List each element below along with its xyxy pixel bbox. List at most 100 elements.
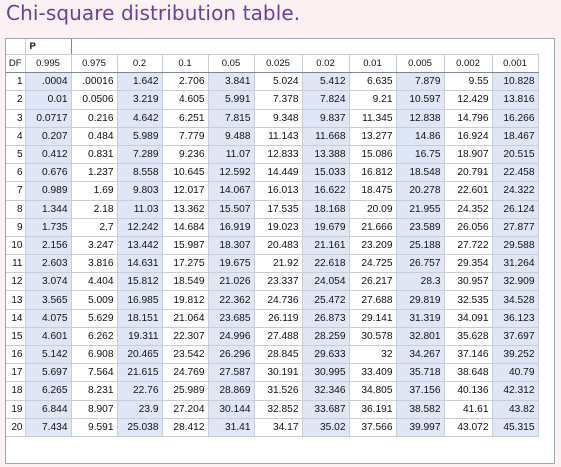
value-cell: 20.791 <box>443 163 493 183</box>
df-cell: 16 <box>6 344 26 365</box>
value-cell: 21.026 <box>207 272 255 292</box>
value-cell: 6.265 <box>24 381 72 401</box>
value-cell: 24.352 <box>443 199 493 219</box>
value-cell: 12.838 <box>395 108 445 128</box>
value-cell: 27.204 <box>161 399 209 419</box>
value-cell: 34.267 <box>395 344 445 365</box>
value-cell: 24.736 <box>253 290 303 310</box>
value-cell: 9.21 <box>348 90 397 110</box>
value-cell: 29.633 <box>301 344 350 365</box>
value-cell: 20.465 <box>116 344 163 365</box>
value-cell: 20.278 <box>395 181 445 201</box>
value-cell: 10.828 <box>491 72 539 92</box>
value-cell: 37.697 <box>491 326 539 347</box>
df-cell: 19 <box>6 399 26 419</box>
value-cell: 14.449 <box>253 163 303 183</box>
column-header-p: 0.002 <box>443 53 493 74</box>
value-cell: 22.458 <box>491 163 539 183</box>
value-cell: 18.467 <box>491 126 539 146</box>
value-cell: 12.242 <box>116 217 163 237</box>
df-cell: 8 <box>6 199 26 219</box>
p-label: P <box>24 39 72 55</box>
value-cell: 18.475 <box>348 181 397 201</box>
table-row: 20 7.434 9.591 25.038 28.412 31.41 34.17 35.02 3… <box>6 417 539 437</box>
df-cell: 15 <box>6 326 26 347</box>
value-cell: 14.86 <box>395 126 445 146</box>
table-row: 4 0.207 0.484 5.989 7.779 9.488 11.143 11.668 13… <box>6 126 539 146</box>
value-cell: 24.725 <box>348 254 397 274</box>
value-cell: 29.819 <box>395 290 445 310</box>
value-cell: 18.168 <box>301 199 350 219</box>
df-cell: 20 <box>6 417 26 437</box>
value-cell: 15.812 <box>116 272 163 292</box>
value-cell: 11.07 <box>207 144 255 165</box>
value-cell: 28.845 <box>253 344 303 365</box>
value-cell: 27.877 <box>491 217 539 237</box>
value-cell: 39.252 <box>491 344 539 365</box>
value-cell: 8.231 <box>70 381 118 401</box>
value-cell: 0.831 <box>70 144 118 165</box>
value-cell: 26.757 <box>395 254 445 274</box>
value-cell: 16.266 <box>491 108 539 128</box>
value-cell: 16.924 <box>443 126 493 146</box>
value-cell: 37.156 <box>395 381 445 401</box>
value-cell: 26.873 <box>301 308 350 328</box>
value-cell: 19.675 <box>207 254 255 274</box>
value-cell: 5.991 <box>207 90 255 110</box>
df-cell: 6 <box>6 163 26 183</box>
page-title: Chi-square distribution table. <box>6 1 301 25</box>
value-cell: 25.989 <box>161 381 209 401</box>
df-cell: 7 <box>6 181 26 201</box>
df-cell: 9 <box>6 217 26 237</box>
value-cell: 22.362 <box>207 290 255 310</box>
column-header-p: 0.1 <box>161 53 209 74</box>
column-header-p: 0.2 <box>116 53 163 74</box>
value-cell: 30.191 <box>253 363 303 383</box>
value-cell: 3.219 <box>116 90 163 110</box>
value-cell: 25.038 <box>116 417 163 437</box>
value-cell: 5.009 <box>70 290 118 310</box>
value-cell: 18.907 <box>443 144 493 165</box>
value-cell: 35.718 <box>395 363 445 383</box>
value-cell: 31.319 <box>395 308 445 328</box>
value-cell: 0.484 <box>70 126 118 146</box>
df-cell: 3 <box>6 108 26 128</box>
value-cell: 5.024 <box>253 72 303 92</box>
value-cell: 22.76 <box>116 381 163 401</box>
value-cell: 14.067 <box>207 181 255 201</box>
value-cell: 16.75 <box>395 144 445 165</box>
value-cell: 22.601 <box>443 181 493 201</box>
value-cell: 24.322 <box>491 181 539 201</box>
value-cell: 7.815 <box>207 108 255 128</box>
value-cell: 12.017 <box>161 181 209 201</box>
value-cell: 29.588 <box>491 235 539 256</box>
value-cell: 32.852 <box>253 399 303 419</box>
value-cell: 3.565 <box>24 290 72 310</box>
value-cell: 14.631 <box>116 254 163 274</box>
value-cell: 4.075 <box>24 308 72 328</box>
value-cell: 40.79 <box>491 363 539 383</box>
value-cell: 10.645 <box>161 163 209 183</box>
column-header-p: 0.995 <box>24 53 72 74</box>
df-cell: 1 <box>6 72 26 92</box>
table-row: 10 2.156 3.247 13.442 15.987 18.307 20.483 21.1… <box>6 235 539 256</box>
value-cell: 16.622 <box>301 181 350 201</box>
value-cell: 0.412 <box>24 144 72 165</box>
table-row: 3 0.0717 0.216 4.642 6.251 7.815 9.348 9.837 11.… <box>6 108 539 128</box>
value-cell: 34.528 <box>491 290 539 310</box>
value-cell: 7.289 <box>116 144 163 165</box>
value-cell: 14.796 <box>443 108 493 128</box>
value-cell: 8.558 <box>116 163 163 183</box>
value-cell: 9.236 <box>161 144 209 165</box>
value-cell: 0.216 <box>70 108 118 128</box>
value-cell: 9.488 <box>207 126 255 146</box>
value-cell: 21.161 <box>301 235 350 256</box>
value-cell: 25.472 <box>301 290 350 310</box>
value-cell: 38.648 <box>443 363 493 383</box>
df-cell: 2 <box>6 90 26 110</box>
table-row: 16 5.142 6.908 20.465 23.542 26.296 28.845 29.6… <box>6 344 539 365</box>
value-cell: 13.388 <box>301 144 350 165</box>
value-cell: 15.507 <box>207 199 255 219</box>
value-cell: 41.61 <box>443 399 493 419</box>
value-cell: 15.086 <box>348 144 397 165</box>
